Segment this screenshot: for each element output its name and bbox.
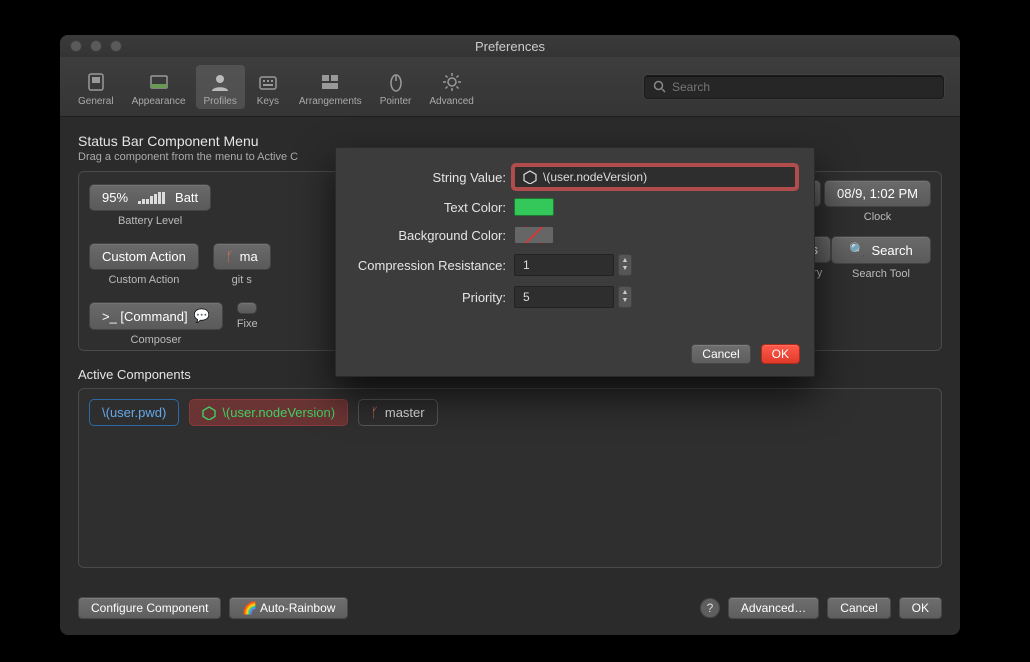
component-composer[interactable]: >_ [Command] 💬 Composer: [89, 302, 223, 346]
toolbar: General Appearance Profiles Keys Arrange…: [60, 57, 960, 117]
component-chip[interactable]: 🔍 Search: [831, 236, 931, 264]
active-component-master[interactable]: ᚶ master: [358, 399, 438, 426]
search-icon: [653, 80, 666, 93]
component-chip[interactable]: 95% Batt: [89, 184, 211, 211]
battery-percent: 95%: [102, 190, 128, 205]
component-caption: Custom Action: [108, 274, 179, 286]
appearance-icon: [146, 69, 172, 95]
magnifier-icon: 🔍: [849, 242, 865, 258]
tab-label: Pointer: [380, 96, 412, 107]
tag-text: \(user.nodeVersion): [222, 405, 335, 420]
auto-rainbow-label: Auto-Rainbow: [260, 601, 335, 615]
component-chip[interactable]: Custom Action: [89, 243, 199, 270]
priority-stepper[interactable]: ▲▼: [618, 286, 632, 308]
speech-bubble-icon: 💬: [194, 308, 210, 324]
battery-label: Batt: [175, 190, 198, 205]
tag-text: master: [385, 405, 425, 420]
tab-profiles[interactable]: Profiles: [196, 65, 245, 109]
modal-ok-button[interactable]: OK: [761, 344, 800, 364]
tab-appearance[interactable]: Appearance: [124, 65, 194, 109]
git-text: ma: [240, 249, 258, 264]
component-fixed[interactable]: Fixe: [237, 302, 258, 346]
tab-pointer[interactable]: Pointer: [372, 65, 420, 109]
rainbow-icon: 🌈: [242, 601, 257, 615]
close-window[interactable]: [70, 40, 82, 52]
component-chip[interactable]: [237, 302, 257, 314]
component-custom-action[interactable]: Custom Action Custom Action: [89, 243, 199, 286]
configure-component-button[interactable]: Configure Component: [78, 597, 221, 619]
component-git[interactable]: ᚶ ma git s: [213, 243, 271, 286]
component-caption: Clock: [864, 211, 892, 223]
titlebar: Preferences: [60, 35, 960, 57]
gear-icon: [439, 69, 465, 95]
hexagon-icon: [523, 170, 537, 184]
auto-rainbow-button[interactable]: 🌈 Auto-Rainbow: [229, 597, 348, 619]
toolbar-search[interactable]: [644, 75, 944, 99]
tab-label: Profiles: [204, 96, 237, 107]
active-component-pwd[interactable]: \(user.pwd): [89, 399, 179, 426]
bg-color-label: Background Color:: [354, 228, 514, 243]
branch-icon: ᚶ: [226, 249, 234, 264]
tab-label: Arrangements: [299, 96, 362, 107]
tab-label: Advanced: [429, 96, 473, 107]
component-battery[interactable]: 95% Batt Battery Level: [89, 184, 211, 227]
bars-icon: [138, 192, 165, 204]
component-caption: Composer: [131, 334, 182, 346]
component-search-tool[interactable]: 🔍 Search Search Tool: [831, 236, 931, 280]
component-caption: Search Tool: [852, 268, 910, 280]
text-color-label: Text Color:: [354, 200, 514, 215]
toolbar-search-input[interactable]: [672, 80, 935, 94]
tag-text: \(user.pwd): [102, 405, 166, 420]
text-color-swatch[interactable]: [514, 198, 554, 216]
compression-stepper[interactable]: ▲▼: [618, 254, 632, 276]
general-icon: [83, 69, 109, 95]
ok-button[interactable]: OK: [899, 597, 942, 619]
minimize-window[interactable]: [90, 40, 102, 52]
hexagon-icon: [202, 406, 216, 420]
compression-input[interactable]: [514, 254, 614, 276]
priority-input[interactable]: [514, 286, 614, 308]
keys-icon: [255, 69, 281, 95]
component-caption: git s: [232, 274, 252, 286]
tab-label: Keys: [257, 96, 279, 107]
composer-text: >_ [Command]: [102, 309, 188, 324]
tab-general[interactable]: General: [70, 65, 122, 109]
footer: Configure Component 🌈 Auto-Rainbow ? Adv…: [78, 597, 942, 619]
modal-cancel-button[interactable]: Cancel: [691, 344, 750, 364]
string-value-label: String Value:: [354, 170, 514, 185]
window-controls: [70, 40, 122, 52]
tab-label: Appearance: [132, 96, 186, 107]
active-component-nodeversion[interactable]: \(user.nodeVersion): [189, 399, 348, 426]
preferences-window: Preferences General Appearance Profiles …: [60, 35, 960, 635]
string-value-text: \(user.nodeVersion): [543, 170, 647, 184]
arrangements-icon: [317, 69, 343, 95]
compression-label: Compression Resistance:: [354, 258, 514, 273]
zoom-window[interactable]: [110, 40, 122, 52]
component-clock[interactable]: 08/9, 1:02 PM Clock: [824, 180, 931, 223]
priority-label: Priority:: [354, 290, 514, 305]
pointer-icon: [383, 69, 409, 95]
tab-advanced[interactable]: Advanced: [421, 65, 481, 109]
component-caption: Fixe: [237, 318, 258, 330]
cancel-button[interactable]: Cancel: [827, 597, 890, 619]
configure-component-sheet: String Value: \(user.nodeVersion) Text C…: [335, 147, 815, 377]
tab-arrangements[interactable]: Arrangements: [291, 65, 370, 109]
component-caption: Battery Level: [118, 215, 182, 227]
component-chip[interactable]: 08/9, 1:02 PM: [824, 180, 931, 207]
tab-keys[interactable]: Keys: [247, 65, 289, 109]
active-components-box[interactable]: \(user.pwd) \(user.nodeVersion) ᚶ master: [78, 388, 942, 568]
help-button[interactable]: ?: [700, 598, 720, 618]
search-chip-text: Search: [871, 243, 912, 258]
profiles-icon: [207, 69, 233, 95]
bg-color-swatch[interactable]: [514, 226, 554, 244]
toolbar-search-wrap: [644, 75, 944, 99]
tab-label: General: [78, 96, 114, 107]
advanced-button[interactable]: Advanced…: [728, 597, 819, 619]
window-title: Preferences: [60, 39, 960, 54]
string-value-input[interactable]: \(user.nodeVersion): [514, 166, 796, 188]
branch-icon: ᚶ: [371, 405, 379, 420]
component-chip[interactable]: ᚶ ma: [213, 243, 271, 270]
component-chip[interactable]: >_ [Command] 💬: [89, 302, 223, 330]
